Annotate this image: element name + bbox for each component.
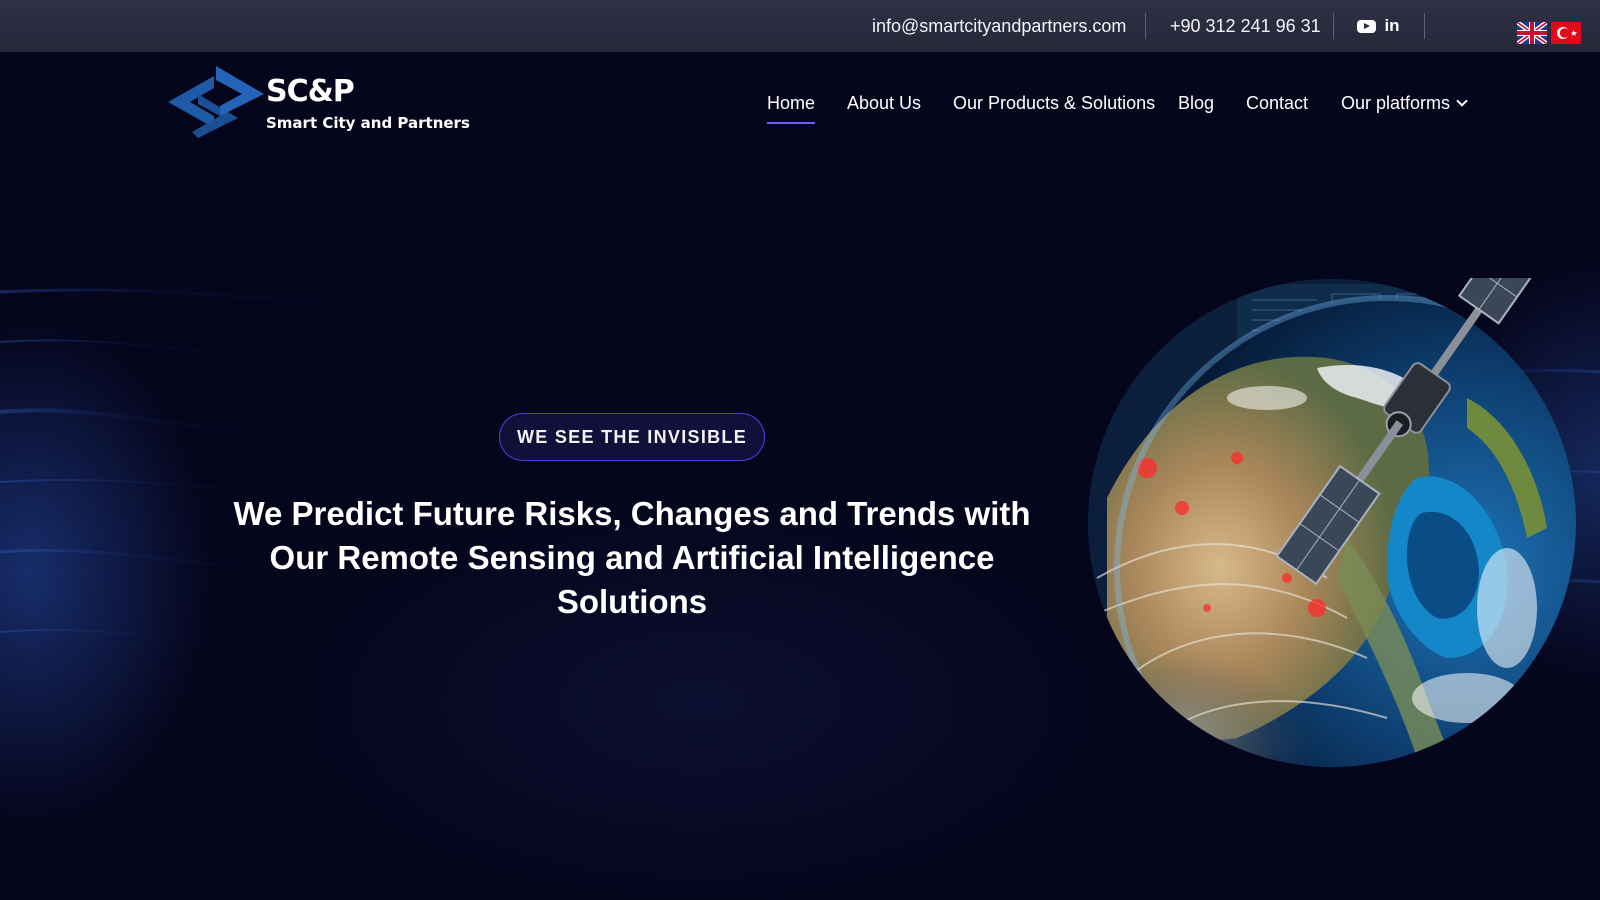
nav-item-home[interactable]: Home	[767, 88, 816, 124]
uk-flag-icon[interactable]	[1517, 22, 1547, 44]
logo-title: SC&P	[266, 74, 355, 109]
nav-item-products-solutions[interactable]: Our Products & Solutions	[953, 88, 1155, 118]
email-link[interactable]: info@smartcityandpartners.com	[872, 0, 1126, 52]
divider	[1424, 13, 1425, 39]
chevron-down-icon	[1456, 95, 1468, 107]
divider	[1145, 13, 1146, 39]
linkedin-icon[interactable]: in	[1383, 17, 1401, 35]
turkey-flag-icon[interactable]	[1551, 22, 1581, 44]
nav-item-contact[interactable]: Contact	[1246, 88, 1308, 118]
divider	[1333, 13, 1334, 39]
nav-item-label: Our platforms	[1341, 93, 1451, 113]
logo-mark-icon	[168, 66, 264, 138]
top-contact-bar: info@smartcityandpartners.com +90 312 24…	[0, 0, 1600, 52]
hero-title: We Predict Future Risks, Changes and Tre…	[233, 495, 1031, 620]
youtube-icon[interactable]	[1357, 17, 1376, 35]
hero-badge: WE SEE THE INVISIBLE	[499, 413, 765, 461]
nav-item-blog[interactable]: Blog	[1178, 88, 1214, 118]
logo[interactable]: SC&P Smart City and Partners	[168, 66, 470, 138]
logo-subtitle: Smart City and Partners	[266, 114, 470, 132]
nav-item-our-platforms[interactable]: Our platforms	[1341, 88, 1468, 118]
nav-item-about-us[interactable]: About Us	[847, 88, 921, 118]
phone-link[interactable]: +90 312 241 96 31	[1170, 0, 1321, 52]
earth-satellite-illustration	[1088, 278, 1576, 767]
